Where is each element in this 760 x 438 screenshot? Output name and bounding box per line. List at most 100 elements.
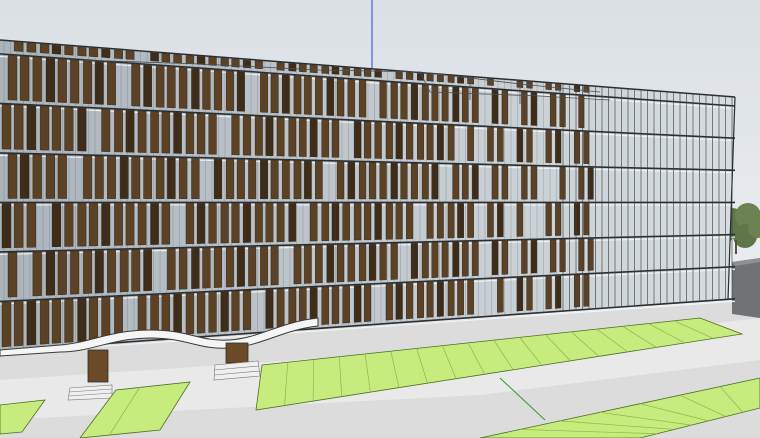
louvre-panel [452,164,460,200]
louvre-panel [530,166,538,200]
louvre-panel [131,63,140,107]
louvre-panel [501,90,509,125]
louvre-panel [309,64,318,74]
louvre-panel [421,163,429,200]
louvre-panel [276,62,285,71]
entrance-door-left [87,349,109,383]
louvre-panel [545,203,552,237]
louvre-panel [125,50,135,60]
louvre-panel [293,160,302,200]
louvre-panel [114,109,123,153]
louvre-panel [491,240,499,276]
louvre-panel [89,47,98,58]
louvre-panel [521,166,528,200]
louvre-panel [326,244,335,283]
louvre-panel [452,241,460,277]
louvre-panel [32,251,42,297]
louvre-panel [550,93,557,127]
louvre-panel [315,77,323,116]
louvre-panel [364,203,372,241]
louvre-panel [545,276,552,310]
louvre-panel [114,203,123,246]
louvre-panel [196,203,206,244]
louvre-panel [447,203,455,239]
louvre-panel [315,245,323,284]
louvre-panel [583,274,590,307]
louvre-panel [491,165,499,200]
louvre-panel [293,75,302,115]
louvre-panel [94,155,104,199]
louvre-panel [173,293,182,336]
louvre-panel [137,110,147,153]
louvre-panel [342,203,350,241]
louvre-panel [390,243,398,280]
louvre-panel [1,301,12,348]
louvre-panel [281,160,290,200]
louvre-panel [161,111,171,154]
louvre-panel [276,203,285,243]
louvre-panel [400,163,408,200]
louvre-panel [326,77,335,116]
louvre-panel [276,288,285,328]
louvre-panel [196,113,206,155]
louvre-panel [379,243,387,281]
louvre-panel [487,127,494,162]
louvre-panel [410,163,418,200]
louvre-panel [89,297,98,342]
louvre-panel [236,71,245,112]
louvre-panel [143,157,152,199]
louvre-panel [39,299,50,345]
louvre-panel [395,283,403,320]
louvre-panel [276,117,285,157]
louvre-panel [452,86,460,122]
louvre-panel [51,106,61,151]
louvre-panel [368,162,377,200]
louvre-panel [447,125,455,161]
louvre-panel [298,63,307,73]
louvre-panel [248,246,257,287]
louvre-panel [304,245,312,284]
louvre-panel [574,274,580,308]
model-viewport[interactable] [0,0,760,438]
entrance-door-right [225,342,249,364]
louvre-panel [265,289,274,329]
louvre-panel [574,203,580,236]
louvre-panel [242,290,251,331]
louvre-panel [385,283,393,321]
louvre-panel [395,71,403,80]
louvre-panel [226,159,235,199]
louvre-panel [406,72,414,80]
louvre-panel [421,242,429,279]
louvre-panel [231,203,240,244]
louvre-panel [220,203,229,244]
louvre-panel [457,280,464,316]
louvre-panel [39,106,50,151]
louvre-panel [574,131,580,164]
louvre-panel [119,156,129,199]
louvre-panel [321,203,329,242]
louvre-panel [521,240,528,274]
louvre-panel [26,42,36,53]
louvre-panel [185,293,195,335]
louvre-panel [336,244,345,283]
louvre-panel [196,292,206,334]
louvre-panel [213,69,223,111]
louvre-panel [578,238,585,272]
louvre-panel [358,80,367,118]
louvre-panel [70,250,80,295]
louvre-panel [265,203,274,243]
louvre-panel [202,69,211,110]
louvre-panel [270,246,279,286]
louvre-panel [583,86,590,93]
louvre-panel [441,85,449,122]
louvre-panel [185,112,195,155]
louvre-panel [555,275,562,309]
louvre-panel [461,241,469,277]
louvre-panel [196,56,206,65]
louvre-panel [288,63,297,72]
louvre-panel [220,291,229,332]
louvre-panel [173,54,182,64]
louvre-panel [497,203,504,238]
louvre-panel [270,160,279,200]
louvre-panel [270,73,279,114]
